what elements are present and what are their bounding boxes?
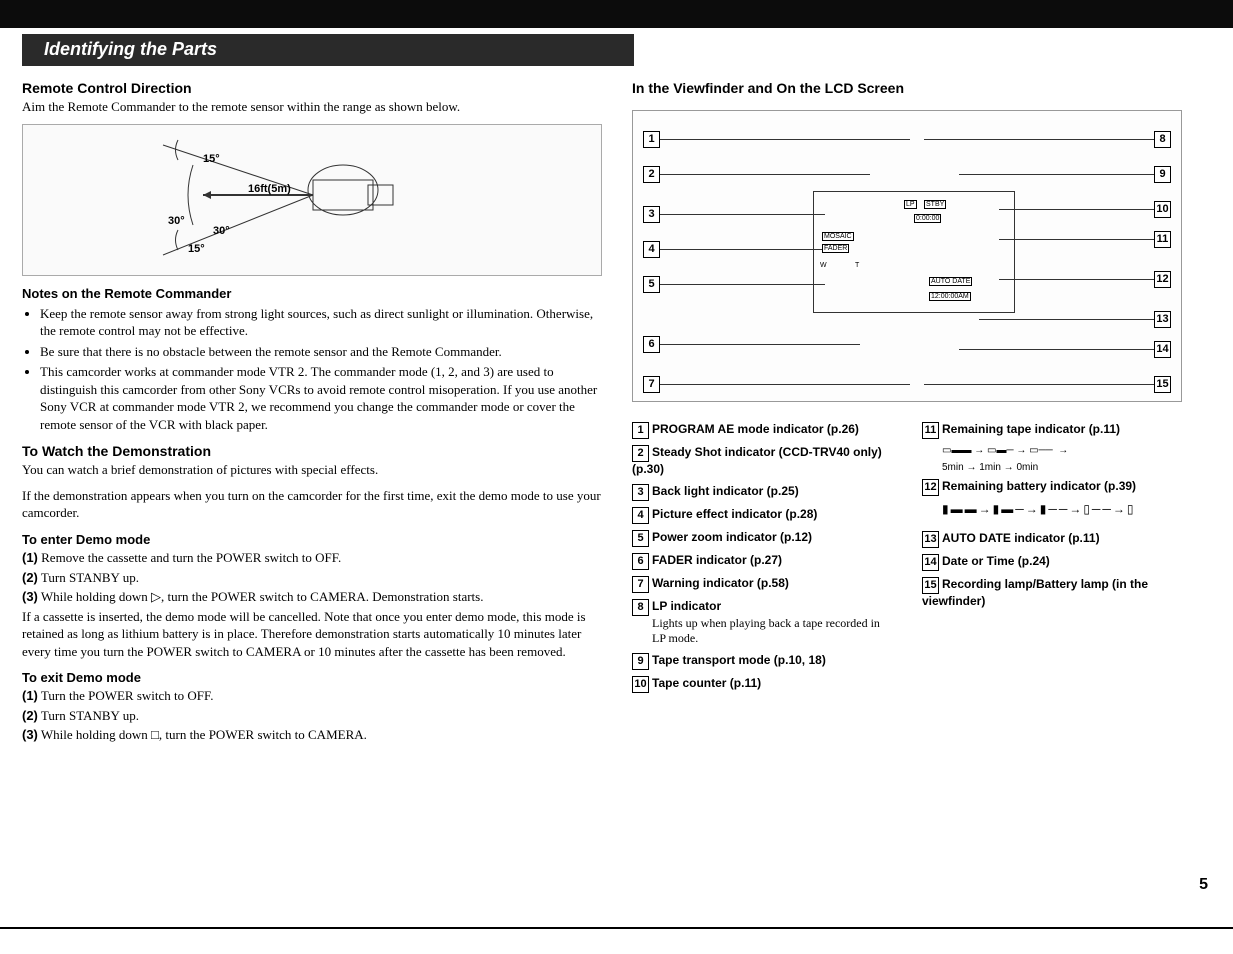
callout-8: 8 — [1154, 131, 1171, 148]
legend-4: Picture effect indicator (p.28) — [652, 507, 817, 521]
notes-list: Keep the remote sensor away from strong … — [40, 305, 602, 434]
legend-12: Remaining battery indicator (p.39) — [942, 479, 1136, 493]
osd-lp: LP — [904, 200, 917, 209]
legend-col-2: 11Remaining tape indicator (p.11) ▭▬▬ → … — [922, 416, 1182, 699]
legend-13: AUTO DATE indicator (p.11) — [942, 531, 1100, 545]
angle-30b: 30° — [213, 225, 230, 237]
exit-step-1: (1) Turn the POWER switch to OFF. — [22, 687, 602, 705]
exit-step-3: (3) While holding down □, turn the POWER… — [22, 726, 602, 744]
notes-heading: Notes on the Remote Commander — [22, 286, 602, 301]
enter-step-1: (1) Remove the cassette and turn the POW… — [22, 549, 602, 567]
viewfinder-diagram: 1 2 3 4 5 6 7 8 9 10 11 12 13 14 15 LP — [632, 110, 1182, 402]
scan-top-edge — [0, 0, 1233, 28]
demo-heading: To Watch the Demonstration — [22, 443, 602, 459]
note-1: Keep the remote sensor away from strong … — [40, 305, 602, 340]
left-column: Remote Control Direction Aim the Remote … — [22, 76, 602, 746]
demo-text-1: You can watch a brief demonstration of p… — [22, 461, 602, 479]
osd-autodate: AUTO DATE — [929, 277, 972, 286]
callout-4: 4 — [643, 241, 660, 258]
callout-12: 12 — [1154, 271, 1171, 288]
legend-14: Date or Time (p.24) — [942, 554, 1050, 568]
right-column: In the Viewfinder and On the LCD Screen … — [632, 76, 1182, 746]
callout-15: 15 — [1154, 376, 1171, 393]
callout-5: 5 — [643, 276, 660, 293]
legend-8: LP indicator — [652, 599, 721, 613]
distance-label: 16ft(5m) — [248, 183, 291, 195]
enter-note: If a cassette is inserted, the demo mode… — [22, 608, 602, 661]
tape-indicator-icons: ▭▬▬ → ▭▬─ → ▭── → — [942, 445, 1182, 456]
viewfinder-heading: In the Viewfinder and On the LCD Screen — [632, 80, 1182, 96]
osd-stby: STBY — [924, 200, 946, 209]
osd-w: W — [819, 262, 828, 269]
tape-indicator-times: 5min → 1min → 0min — [942, 462, 1182, 473]
callout-7: 7 — [643, 376, 660, 393]
legend-1: PROGRAM AE mode indicator (p.26) — [652, 422, 859, 436]
legend-10: Tape counter (p.11) — [652, 676, 761, 690]
callout-11: 11 — [1154, 231, 1171, 248]
callout-13: 13 — [1154, 311, 1171, 328]
battery-indicator-icons: ▮▬▬→▮▬─→▮──→▯──→▯ — [942, 502, 1182, 517]
enter-step-2: (2) Turn STANBY up. — [22, 569, 602, 587]
osd-counter: 0:00:00 — [914, 214, 941, 223]
osd-fader: FADER — [822, 244, 849, 253]
legend-15: Recording lamp/Battery lamp (in the view… — [922, 577, 1148, 608]
bottom-rule — [0, 927, 1233, 929]
legend-9: Tape transport mode (p.10, 18) — [652, 653, 826, 667]
callout-14: 14 — [1154, 341, 1171, 358]
exit-step-2: (2) Turn STANBY up. — [22, 707, 602, 725]
angle-30a: 30° — [168, 215, 185, 227]
callout-6: 6 — [643, 336, 660, 353]
note-2: Be sure that there is no obstacle betwee… — [40, 343, 602, 361]
remote-range-figure: 15° 15° 30° 30° 16ft(5m) — [22, 124, 602, 276]
callout-3: 3 — [643, 206, 660, 223]
angle-top: 15° — [203, 153, 220, 165]
osd-mosaic: MOSAIC — [822, 232, 854, 241]
callout-10: 10 — [1154, 201, 1171, 218]
legend-7: Warning indicator (p.58) — [652, 576, 789, 590]
legend-2: Steady Shot indicator (CCD-TRV40 only) (… — [632, 445, 882, 476]
legend-5: Power zoom indicator (p.12) — [652, 530, 812, 544]
page-header: Identifying the Parts — [22, 34, 634, 66]
enter-step-3: (3) While holding down ▷, turn the POWER… — [22, 588, 602, 606]
osd-time: 12:00:00AM — [929, 292, 971, 301]
demo-text-2: If the demonstration appears when you tu… — [22, 487, 602, 522]
legend-col-1: 1PROGRAM AE mode indicator (p.26) 2Stead… — [632, 416, 892, 699]
callout-1: 1 — [643, 131, 660, 148]
osd-t: T — [854, 262, 860, 269]
enter-demo-heading: To enter Demo mode — [22, 532, 602, 547]
legend-8-sub: Lights up when playing back a tape recor… — [652, 616, 892, 647]
callout-9: 9 — [1154, 166, 1171, 183]
viewfinder-screen: LP STBY 0:00:00 MOSAIC FADER W T AUTO DA… — [813, 191, 1015, 313]
exit-demo-heading: To exit Demo mode — [22, 670, 602, 685]
remote-direction-text: Aim the Remote Commander to the remote s… — [22, 98, 602, 116]
legend-11: Remaining tape indicator (p.11) — [942, 422, 1120, 436]
angle-bot: 15° — [188, 243, 205, 255]
page-number: 5 — [1199, 876, 1208, 894]
callout-2: 2 — [643, 166, 660, 183]
legend-3: Back light indicator (p.25) — [652, 484, 799, 498]
note-3: This camcorder works at commander mode V… — [40, 363, 602, 433]
legend-6: FADER indicator (p.27) — [652, 553, 782, 567]
remote-direction-heading: Remote Control Direction — [22, 80, 602, 96]
